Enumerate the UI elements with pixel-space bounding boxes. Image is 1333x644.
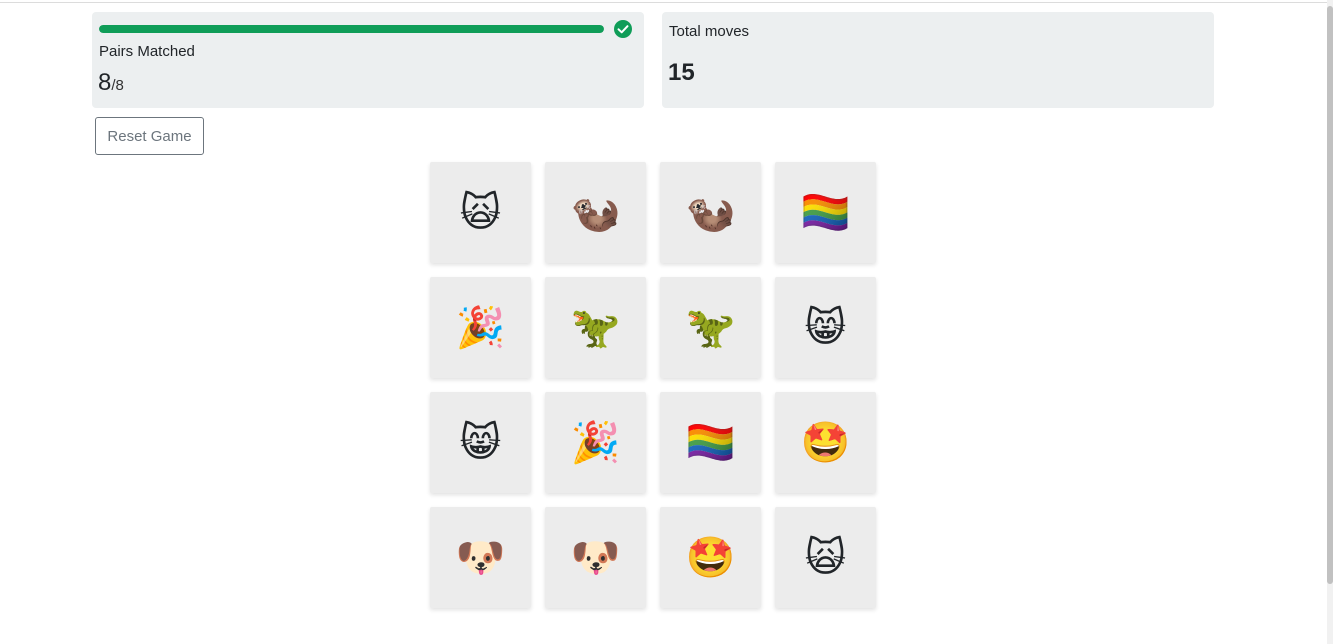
star-struck-icon: 🤩 — [800, 419, 851, 466]
memory-tile[interactable]: 🤩 — [660, 507, 761, 608]
memory-tile[interactable]: 🦦 — [660, 162, 761, 263]
rainbow-flag-icon: 🏳️‍🌈 — [800, 189, 851, 236]
memory-tile[interactable]: 🏳️‍🌈 — [660, 392, 761, 493]
memory-tile[interactable]: 🦦 — [545, 162, 646, 263]
pairs-matched-value: 8/8 — [98, 69, 124, 97]
scrollbar[interactable] — [1327, 0, 1333, 644]
memory-tile[interactable]: 🦖 — [545, 277, 646, 378]
memory-tile[interactable]: 🎉 — [430, 277, 531, 378]
memory-tile[interactable]: 🤩 — [775, 392, 876, 493]
check-circle-icon — [614, 20, 632, 38]
game-board: 🙀 🦦 🦦 🏳️‍🌈 🎉 🦖 🦖 😸 😸 🎉 🏳️‍🌈 🤩 🐶 🐶 🤩 🙀 — [430, 162, 876, 610]
memory-tile[interactable]: 😸 — [430, 392, 531, 493]
memory-tile[interactable]: 🐶 — [545, 507, 646, 608]
memory-tile[interactable]: 🏳️‍🌈 — [775, 162, 876, 263]
grinning-cat-icon: 😸 — [459, 419, 502, 466]
t-rex-icon: 🦖 — [570, 304, 621, 351]
memory-tile[interactable]: 🙀 — [775, 507, 876, 608]
total-moves-label: Total moves — [669, 23, 750, 40]
memory-tile[interactable]: 😸 — [775, 277, 876, 378]
pairs-progress-bar — [99, 25, 604, 33]
top-divider — [0, 2, 1333, 3]
pairs-matched-card: Pairs Matched 8/8 — [92, 12, 644, 108]
dog-face-icon: 🐶 — [570, 534, 621, 581]
party-popper-icon: 🎉 — [455, 304, 506, 351]
memory-tile[interactable]: 🎉 — [545, 392, 646, 493]
grinning-cat-icon: 😸 — [804, 304, 847, 351]
otter-icon: 🦦 — [570, 189, 621, 236]
party-popper-icon: 🎉 — [570, 419, 621, 466]
memory-tile[interactable]: 🦖 — [660, 277, 761, 378]
reset-game-button[interactable]: Reset Game — [95, 117, 204, 155]
pairs-total-count: /8 — [111, 77, 124, 94]
total-moves-card: Total moves 15 — [662, 12, 1214, 108]
pairs-matched-label: Pairs Matched — [99, 43, 195, 60]
memory-tile[interactable]: 🙀 — [430, 162, 531, 263]
rainbow-flag-icon: 🏳️‍🌈 — [685, 419, 736, 466]
total-moves-value: 15 — [668, 59, 695, 86]
memory-tile[interactable]: 🐶 — [430, 507, 531, 608]
scream-cat-icon: 🙀 — [804, 534, 847, 581]
star-struck-icon: 🤩 — [685, 534, 736, 581]
t-rex-icon: 🦖 — [685, 304, 736, 351]
pairs-progress-fill — [99, 25, 604, 33]
otter-icon: 🦦 — [685, 189, 736, 236]
scream-cat-icon: 🙀 — [459, 189, 502, 236]
scrollbar-thumb[interactable] — [1327, 6, 1333, 584]
pairs-matched-count: 8 — [98, 69, 112, 96]
dog-face-icon: 🐶 — [455, 534, 506, 581]
